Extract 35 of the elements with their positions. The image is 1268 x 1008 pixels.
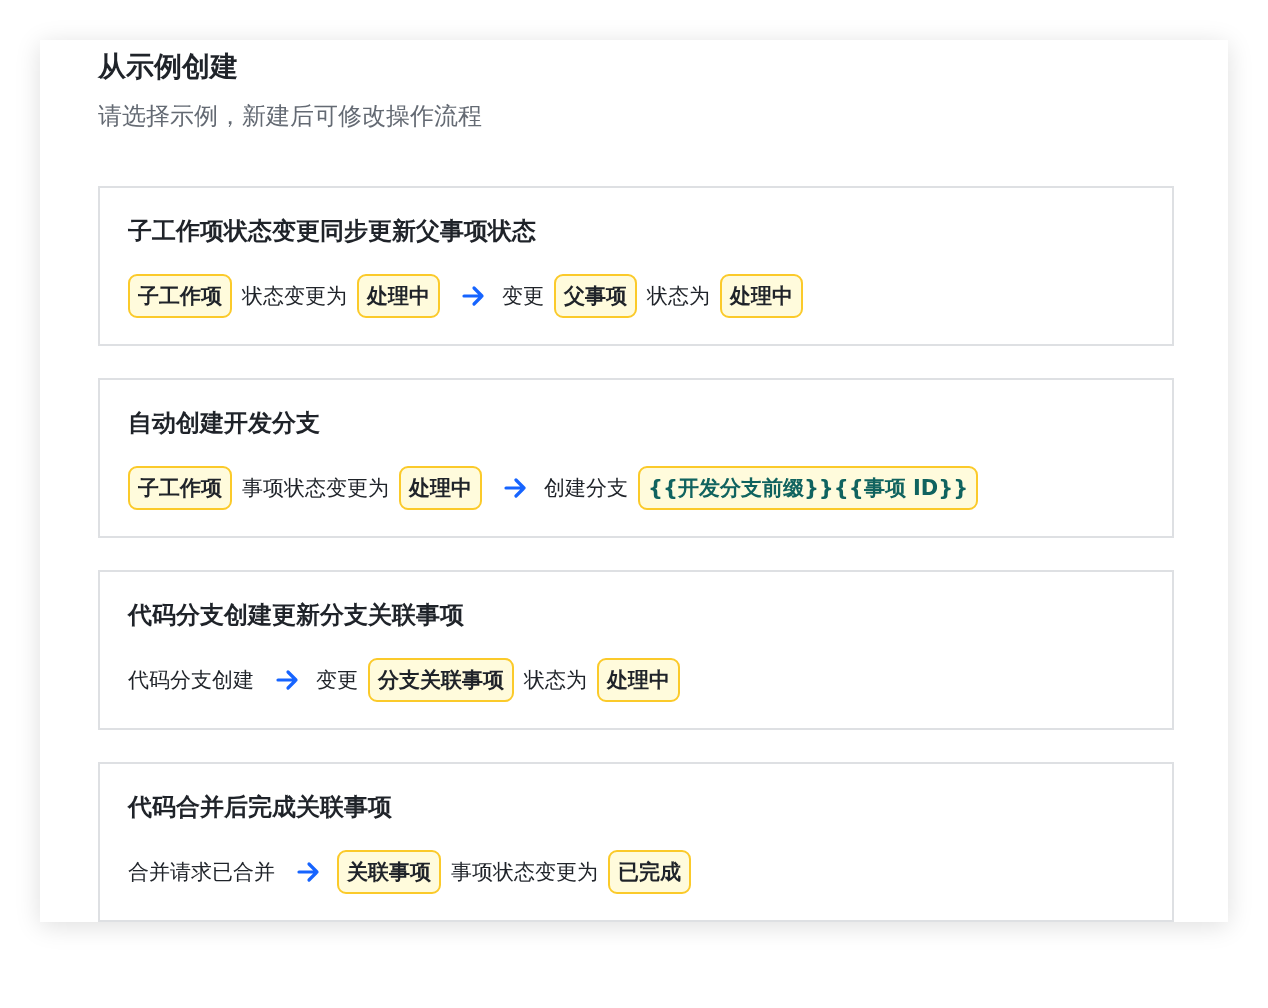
example-title: 子工作项状态变更同步更新父事项状态 [128, 216, 537, 247]
field-tag: 分支关联事项 [368, 658, 514, 702]
arrow-right-icon [297, 861, 321, 883]
example-card[interactable]: 代码合并后完成关联事项 合并请求已合并 关联事项 事项状态变更为 已完成 [98, 762, 1174, 922]
rule-text: 代码分支创建 [128, 667, 254, 694]
example-title: 代码合并后完成关联事项 [128, 792, 393, 823]
field-tag: 处理中 [399, 466, 482, 510]
example-title: 自动创建开发分支 [128, 408, 321, 439]
field-tag: 父事项 [554, 274, 637, 318]
dialog-subtitle: 请选择示例，新建后可修改操作流程 [98, 101, 483, 132]
field-tag: 子工作项 [128, 466, 232, 510]
field-tag: 处理中 [357, 274, 440, 318]
variable-tag: {{开发分支前缀}}{{事项 ID}} [638, 466, 979, 510]
rule-text: 变更 [316, 667, 358, 694]
example-card[interactable]: 自动创建开发分支 子工作项 事项状态变更为 处理中 创建分支 {{开发分支前缀}}{{事项 ID}} [98, 378, 1174, 538]
field-tag: 处理中 [720, 274, 803, 318]
field-tag: 处理中 [597, 658, 680, 702]
rule-text: 合并请求已合并 [128, 859, 275, 886]
rule-text: 事项状态变更为 [242, 475, 389, 502]
rule-text: 状态为 [524, 667, 587, 694]
rule-text: 状态变更为 [242, 283, 347, 310]
rule-text: 变更 [502, 283, 544, 310]
rule-text: 创建分支 [544, 475, 628, 502]
example-card[interactable]: 代码分支创建更新分支关联事项 代码分支创建 变更 分支关联事项 状态为 处理中 [98, 570, 1174, 730]
arrow-right-icon [504, 477, 528, 499]
example-card[interactable]: 子工作项状态变更同步更新父事项状态 子工作项 状态变更为 处理中 变更 父事项 状态为 处理中 [98, 186, 1174, 346]
arrow-right-icon [462, 285, 486, 307]
dialog-title: 从示例创建 [98, 49, 239, 85]
arrow-right-icon [276, 669, 300, 691]
rule-text: 状态为 [647, 283, 710, 310]
example-title: 代码分支创建更新分支关联事项 [128, 600, 465, 631]
field-tag: 子工作项 [128, 274, 232, 318]
field-tag: 已完成 [608, 850, 691, 894]
field-tag: 关联事项 [337, 850, 441, 894]
rule-text: 事项状态变更为 [451, 859, 598, 886]
